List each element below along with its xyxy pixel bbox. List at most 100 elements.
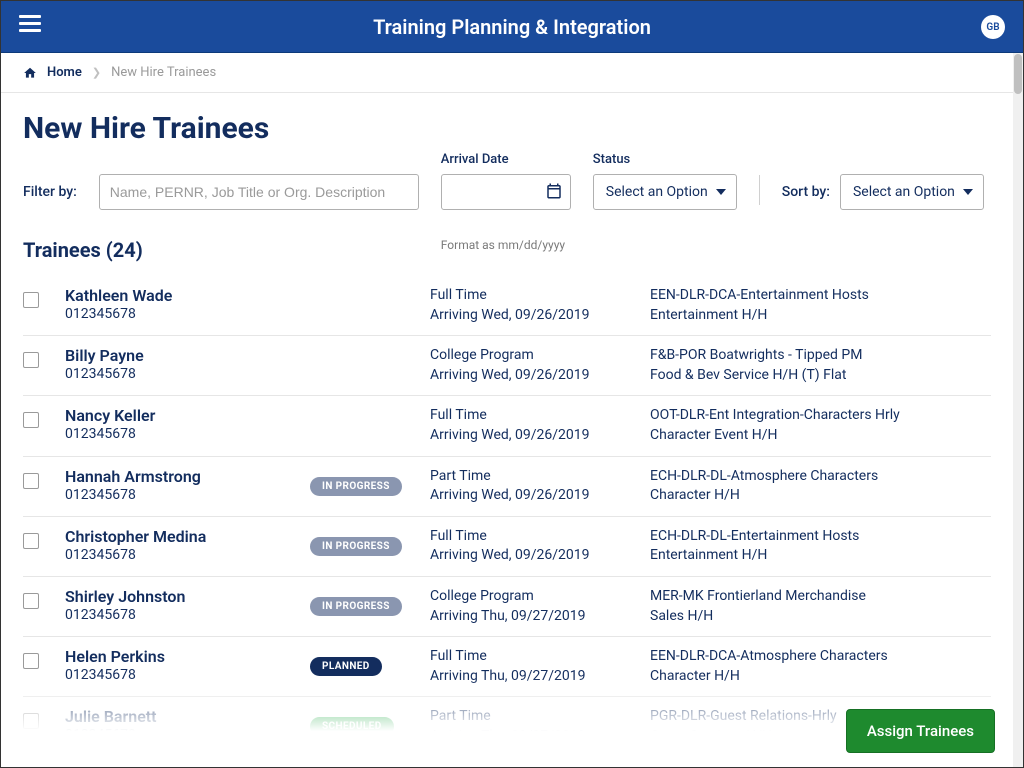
- trainee-name: Shirley Johnston: [65, 587, 310, 606]
- trainee-checkbox[interactable]: [23, 533, 39, 549]
- trainee-row: Nancy Keller012345678 Full TimeArriving W…: [23, 396, 991, 456]
- breadcrumb-current: New Hire Trainees: [111, 65, 216, 80]
- sort-group: Sort by: Select an Option: [782, 174, 984, 210]
- avatar[interactable]: GB: [981, 15, 1005, 39]
- role: Entertainment H/H: [650, 546, 991, 566]
- scroll-area: Home ❯ New Hire Trainees New Hire Traine…: [1, 53, 1013, 767]
- employment-type: Full Time: [430, 286, 650, 306]
- chevron-right-icon: ❯: [92, 66, 101, 79]
- arrival-text: Arriving Thu, 09/27/2019: [430, 727, 650, 747]
- arrival-date-label: Arrival Date: [441, 152, 509, 167]
- trainee-list: Kathleen Wade012345678Full TimeArriving …: [23, 276, 991, 767]
- employment-type: Full Time: [430, 527, 650, 547]
- filter-by-label: Filter by:: [23, 184, 77, 210]
- trainee-checkbox[interactable]: [23, 352, 39, 368]
- employment-type: College Program: [430, 587, 650, 607]
- trainee-name: Hannah Armstrong: [65, 467, 310, 486]
- filter-bar: Filter by: Arrival Date Format as mm/dd/…: [23, 174, 991, 210]
- status-badge: IN PROGRESS: [310, 537, 402, 556]
- trainee-row: Hannah Armstrong012345678IN PROGRESS Part…: [23, 457, 991, 517]
- trainee-name: Nancy Keller: [65, 406, 310, 425]
- trainee-row: Billy Payne012345678College ProgramArriv…: [23, 336, 991, 396]
- trainee-checkbox[interactable]: [23, 473, 39, 489]
- trainee-row: Shirley Johnston012345678IN PROGRESS Coll…: [23, 577, 991, 637]
- arrival-date-hint: Format as mm/dd/yyyy: [441, 238, 565, 252]
- trainee-name: Kathleen Wade: [65, 286, 310, 305]
- employment-type: Part Time: [430, 707, 650, 727]
- trainee-checkbox[interactable]: [23, 593, 39, 609]
- role: Character Event H/H: [650, 426, 991, 446]
- search-input[interactable]: [99, 174, 419, 210]
- status-badge: SCHEDULED: [310, 717, 394, 736]
- trainee-row: Christopher Medina012345678IN PROGRESS Fu…: [23, 517, 991, 577]
- trainee-id: 012345678: [65, 667, 310, 683]
- assign-trainees-button[interactable]: Assign Trainees: [846, 709, 995, 753]
- trainee-checkbox[interactable]: [23, 292, 39, 308]
- department: EEN-DLR-DCA-Entertainment Hosts: [650, 286, 991, 306]
- arrival-date-group: Arrival Date Format as mm/dd/yyyy: [441, 174, 571, 210]
- department: ECH-DLR-DL-Entertainment Hosts: [650, 527, 991, 547]
- status-badge: IN PROGRESS: [310, 477, 402, 496]
- department: OOT-DLR-Ent Integration-Characters Hrly: [650, 406, 991, 426]
- scrollbar-thumb[interactable]: [1014, 54, 1022, 94]
- arrival-text: Arriving Thu, 09/27/2019: [430, 667, 650, 687]
- breadcrumb: Home ❯ New Hire Trainees: [1, 53, 1013, 93]
- trainee-name: Helen Perkins: [65, 647, 310, 666]
- trainee-id: 012345678: [65, 547, 310, 563]
- trainee-row: Kathleen Wade012345678 Full TimeArriving …: [23, 276, 991, 336]
- role: Entertainment H/H: [650, 306, 991, 326]
- divider: [759, 175, 760, 205]
- arrival-text: Arriving Wed, 09/26/2019: [430, 366, 650, 386]
- trainee-id: 012345678: [65, 487, 310, 503]
- role: Character H/H: [650, 667, 991, 687]
- trainee-name: Julie Barnett: [65, 707, 310, 726]
- trainee-checkbox[interactable]: [23, 412, 39, 428]
- trainee-id: 012345678: [65, 607, 310, 623]
- department: MER-MK Frontierland Merchandise: [650, 587, 991, 607]
- arrival-text: Arriving Wed, 09/26/2019: [430, 426, 650, 446]
- employment-type: College Program: [430, 346, 650, 366]
- status-group: Status Select an Option: [593, 174, 737, 210]
- sort-select[interactable]: Select an Option: [840, 174, 984, 210]
- trainee-id: 012345678: [65, 426, 310, 442]
- caret-down-icon: [716, 189, 726, 195]
- trainee-name: Christopher Medina: [65, 527, 310, 546]
- search-group: [99, 174, 419, 210]
- breadcrumb-home[interactable]: Home: [47, 65, 82, 80]
- department: ECH-DLR-DL-Atmosphere Characters: [650, 467, 991, 487]
- arrival-text: Arriving Wed, 09/26/2019: [430, 486, 650, 506]
- home-icon: [23, 65, 37, 80]
- scrollbar-track[interactable]: [1013, 53, 1023, 767]
- trainee-checkbox[interactable]: [23, 653, 39, 669]
- status-select[interactable]: Select an Option: [593, 174, 737, 210]
- status-badge: IN PROGRESS: [310, 597, 402, 616]
- caret-down-icon: [963, 189, 973, 195]
- arrival-text: Arriving Thu, 09/27/2019: [430, 607, 650, 627]
- arrival-text: Arriving Wed, 09/26/2019: [430, 546, 650, 566]
- role: Food & Bev Service H/H (T) Flat: [650, 366, 991, 386]
- trainee-row: Rebecca Castro012345678Full TimeArriving…: [23, 758, 991, 768]
- trainee-checkbox[interactable]: [23, 713, 39, 729]
- trainee-id: 012345678: [65, 306, 310, 322]
- app-header: Training Planning & Integration GB: [1, 1, 1023, 53]
- trainee-name: Billy Payne: [65, 346, 310, 365]
- status-label: Status: [593, 152, 630, 167]
- page-title: New Hire Trainees: [23, 111, 991, 146]
- app-title: Training Planning & Integration: [373, 15, 651, 39]
- menu-icon[interactable]: [19, 15, 41, 33]
- arrival-text: Arriving Wed, 09/26/2019: [430, 306, 650, 326]
- status-select-value: Select an Option: [606, 184, 708, 200]
- status-badge: PLANNED: [310, 657, 382, 676]
- trainee-row: Helen Perkins012345678PLANNED Full TimeAr…: [23, 637, 991, 697]
- department: F&B-POR Boatwrights - Tipped PM: [650, 346, 991, 366]
- department: EEN-DLR-DCA-Atmosphere Characters: [650, 647, 991, 667]
- arrival-date-input[interactable]: [441, 174, 571, 210]
- sort-select-value: Select an Option: [853, 184, 955, 200]
- employment-type: Full Time: [430, 647, 650, 667]
- employment-type: Part Time: [430, 467, 650, 487]
- employment-type: Full Time: [430, 406, 650, 426]
- trainee-id: 012345678: [65, 727, 310, 743]
- role: Character H/H: [650, 486, 991, 506]
- sort-by-label: Sort by:: [782, 184, 830, 200]
- role: Sales H/H: [650, 607, 991, 627]
